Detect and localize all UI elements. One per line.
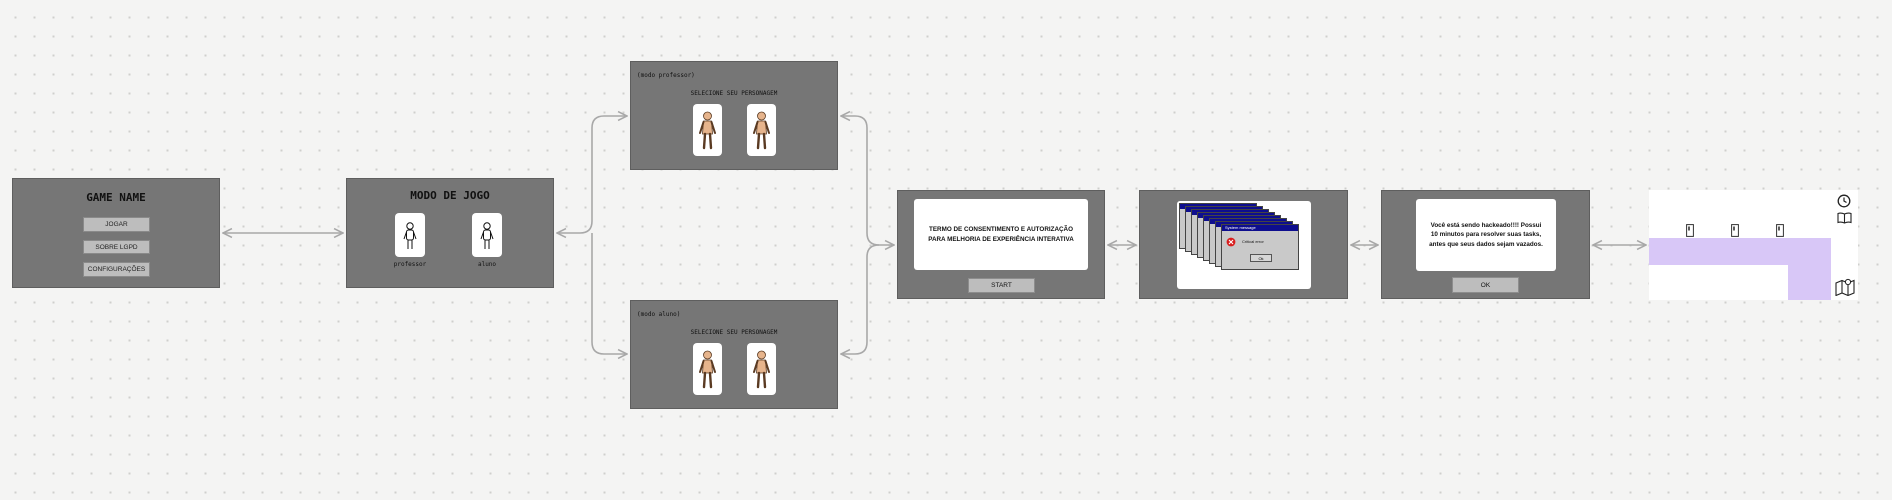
error-window-title: System message — [1222, 225, 1298, 231]
about-lgpd-button[interactable]: SOBRE LGPD — [83, 240, 150, 254]
door-icon[interactable] — [1686, 224, 1694, 237]
teacher-mode-label: (modo professor) — [637, 72, 695, 79]
arrow-mode-to-teacher — [557, 116, 627, 233]
character-figure-icon — [699, 350, 716, 389]
professor-figure-icon — [403, 222, 417, 249]
consent-dialog: TERMO DE CONSENTIMENTO E AUTORIZAÇÃO PAR… — [914, 199, 1088, 270]
teacher-select-title: SELECIONE SEU PERSONAGEM — [690, 90, 778, 97]
door-icon[interactable] — [1731, 224, 1739, 237]
game-title: GAME NAME — [86, 191, 146, 204]
student-mode-label: (modo aluno) — [637, 311, 681, 318]
level-map-screen — [1649, 190, 1858, 300]
professor-option-card[interactable] — [395, 213, 425, 257]
start-button[interactable]: START — [968, 278, 1035, 293]
error-ok-button[interactable]: Ok — [1250, 254, 1272, 262]
student-select-title: SELECIONE SEU PERSONAGEM — [690, 329, 778, 336]
arrow-teacher-to-consent — [841, 116, 894, 245]
popup-stack-panel: System message Critical error Ok — [1177, 201, 1311, 289]
game-mode-screen: MODO DE JOGO professor aluno — [346, 178, 554, 288]
play-button[interactable]: JOGAR — [83, 217, 150, 232]
arrow-mode-to-student — [591, 233, 627, 354]
main-menu-screen: GAME NAME JOGAR SOBRE LGPD CONFIGURAÇÕES — [12, 178, 220, 288]
teacher-character-card-2[interactable] — [747, 104, 776, 156]
error-icon — [1226, 237, 1236, 247]
hacked-warning-screen: Você está sendo hackeado!!!! Possui 10 m… — [1381, 190, 1590, 299]
character-figure-icon — [753, 111, 770, 150]
door-icon[interactable] — [1776, 224, 1784, 237]
arrow-student-to-consent — [841, 244, 880, 354]
error-window: System message Critical error Ok — [1221, 224, 1299, 270]
corridor-side — [1788, 238, 1831, 300]
aluno-option-label: aluno — [477, 261, 497, 268]
book-icon[interactable] — [1837, 212, 1852, 224]
ok-button[interactable]: OK — [1452, 277, 1519, 293]
hacked-dialog: Você está sendo hackeado!!!! Possui 10 m… — [1416, 199, 1556, 271]
professor-option-label: professor — [393, 261, 427, 268]
hacked-text: Você está sendo hackeado!!!! Possui 10 m… — [1429, 222, 1543, 248]
error-popups-screen: System message Critical error Ok — [1139, 190, 1348, 299]
teacher-character-card-1[interactable] — [693, 104, 722, 156]
student-character-card-1[interactable] — [693, 343, 722, 395]
clock-icon[interactable] — [1837, 194, 1851, 208]
character-figure-icon — [753, 350, 770, 389]
teacher-character-screen: (modo professor) SELECIONE SEU PERSONAGE… — [630, 61, 838, 170]
map-icon[interactable] — [1835, 278, 1855, 296]
aluno-option-card[interactable] — [472, 213, 502, 257]
consent-text: TERMO DE CONSENTIMENTO E AUTORIZAÇÃO PAR… — [928, 226, 1074, 243]
settings-button[interactable]: CONFIGURAÇÕES — [83, 262, 150, 277]
game-mode-title: MODO DE JOGO — [410, 189, 490, 202]
character-figure-icon — [699, 111, 716, 150]
student-character-card-2[interactable] — [747, 343, 776, 395]
error-message: Critical error — [1242, 239, 1264, 244]
student-character-screen: (modo aluno) SELECIONE SEU PERSONAGEM — [630, 300, 838, 409]
aluno-figure-icon — [480, 222, 494, 249]
consent-screen: TERMO DE CONSENTIMENTO E AUTORIZAÇÃO PAR… — [897, 190, 1105, 299]
